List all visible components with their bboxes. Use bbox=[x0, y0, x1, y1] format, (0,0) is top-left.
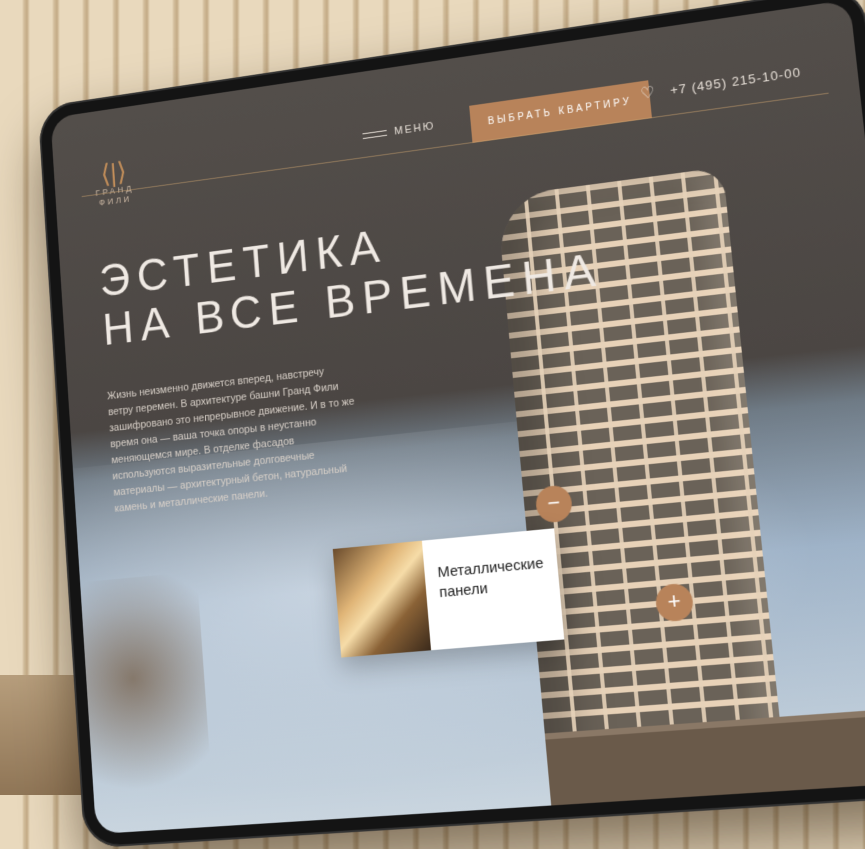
site-logo[interactable]: ⟨|⟩ Гранд Фили bbox=[87, 157, 143, 210]
card-title: Металлические панели bbox=[437, 554, 546, 603]
menu-button[interactable]: МЕНЮ bbox=[362, 120, 435, 142]
menu-label: МЕНЮ bbox=[394, 120, 436, 137]
tablet-device: ⟨|⟩ Гранд Фили МЕНЮ ВЫБРАТЬ КВАРТИРУ ♡ +… bbox=[38, 0, 865, 849]
material-card[interactable]: Металлические панели bbox=[333, 528, 565, 657]
site-header: ⟨|⟩ Гранд Фили МЕНЮ ВЫБРАТЬ КВАРТИРУ ♡ +… bbox=[50, 0, 859, 202]
heart-icon[interactable]: ♡ bbox=[640, 85, 659, 103]
menu-lines-icon bbox=[362, 128, 387, 141]
choose-apartment-button[interactable]: ВЫБРАТЬ КВАРТИРУ bbox=[469, 80, 651, 143]
website-screen: ⟨|⟩ Гранд Фили МЕНЮ ВЫБРАТЬ КВАРТИРУ ♡ +… bbox=[50, 0, 865, 834]
metal-panel-image bbox=[333, 541, 431, 658]
phone-link[interactable]: +7 (495) 215-10-00 bbox=[670, 65, 802, 98]
card-body: Металлические панели bbox=[422, 528, 565, 650]
hero-description: Жизнь неизменно движется вперед, навстре… bbox=[107, 361, 363, 518]
